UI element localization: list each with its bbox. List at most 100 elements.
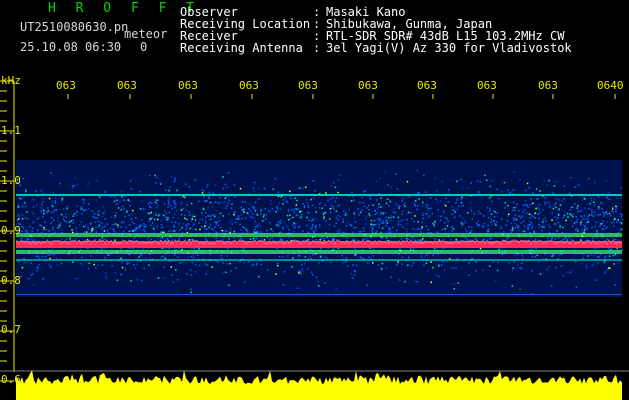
carrier-pixel [356,242,358,244]
noise-pixel [191,214,193,216]
noise-pixel [460,205,463,207]
noise-pixel [284,196,287,199]
carrier-pixel [358,240,360,243]
noise-pixel [165,189,167,191]
carrier-pixel [78,240,80,243]
freq-label: 0.9 [1,224,21,237]
noise-pixel [346,212,348,215]
noise-pixel [174,177,176,179]
noise-pixel [587,218,589,221]
noise-pixel [80,208,82,210]
carrier-pixel [32,240,34,243]
noise-pixel [569,213,571,215]
noise-pixel [293,230,295,233]
noise-pixel [269,239,272,241]
carrier-pixel [196,239,198,242]
noise-pixel [529,217,531,219]
noise-pixel [180,202,183,205]
noise-pixel [582,224,585,226]
noise-pixel [342,218,344,221]
noise-pixel [609,248,611,251]
noise-pixel [60,213,63,216]
noise-pixel [406,181,409,183]
noise-pixel [95,199,97,201]
noise-pixel [523,224,525,227]
carrier-pixel [236,241,238,244]
carrier-pixel [610,241,612,244]
noise-pixel [414,200,417,202]
noise-pixel [113,228,115,230]
noise-pixel [250,216,253,218]
noise-pixel [591,200,593,202]
carrier-pixel [264,242,266,245]
carrier-pixel [606,242,608,245]
noise-pixel [583,229,586,231]
carrier-pixel [98,239,100,242]
carrier-pixel [566,240,568,243]
noise-pixel [432,254,434,256]
noise-pixel [55,257,58,260]
noise-pixel [205,212,207,214]
noise-pixel [18,215,20,217]
noise-pixel [235,218,237,220]
noise-pixel [429,197,431,199]
noise-pixel [558,214,561,216]
noise-pixel [163,277,165,279]
noise-pixel [595,221,597,223]
noise-pixel [365,215,368,217]
noise-pixel [21,214,24,216]
carrier-pixel [546,241,548,244]
noise-pixel [326,257,328,259]
noise-pixel [101,226,104,229]
noise-pixel [597,208,600,210]
noise-pixel [181,261,183,263]
noise-pixel [181,201,183,203]
noise-pixel [418,198,420,200]
noise-pixel [433,224,435,226]
carrier-pixel [172,241,174,244]
noise-pixel [37,229,39,231]
noise-pixel [530,203,532,206]
noise-pixel [81,213,83,215]
noise-pixel [117,224,119,226]
noise-pixel [606,221,609,223]
noise-pixel [453,288,455,290]
carrier-pixel [548,240,550,243]
noise-pixel [287,210,290,212]
carrier-pixel [522,240,524,242]
noise-pixel [411,236,413,239]
noise-pixel [460,198,462,201]
freq-label: 1.0 [1,174,21,187]
noise-pixel [54,202,56,204]
noise-pixel [129,204,131,207]
noise-pixel [452,267,454,269]
carrier-pixel [432,242,434,244]
noise-pixel [355,226,357,229]
noise-pixel [615,211,617,213]
carrier-pixel [268,241,270,243]
noise-pixel [163,231,165,234]
noise-pixel [175,204,177,207]
noise-pixel [36,269,38,272]
noise-pixel [231,223,233,225]
noise-pixel [180,213,183,216]
noise-pixel [406,228,408,230]
carrier-pixel [286,240,288,243]
noise-pixel [120,226,122,228]
noise-pixel [212,192,215,194]
carrier-pixel [526,240,528,243]
noise-pixel [576,227,578,230]
noise-pixel [601,202,604,205]
noise-pixel [378,206,380,208]
noise-pixel [97,220,100,223]
noise-pixel [572,222,575,225]
noise-pixel [512,267,515,269]
noise-pixel [23,202,26,204]
carrier-pixel [288,242,290,244]
noise-pixel [435,274,438,276]
carrier-pixel [458,240,460,243]
carrier-pixel [66,241,68,244]
noise-pixel [156,206,158,209]
noise-pixel [544,197,546,199]
noise-pixel [260,213,262,215]
